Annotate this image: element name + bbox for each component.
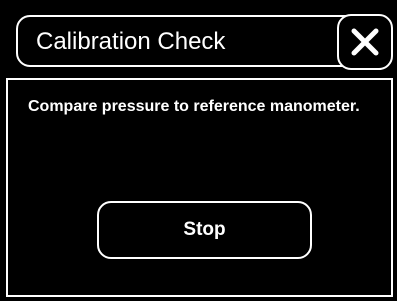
- dialog-title: Calibration Check: [36, 28, 226, 55]
- dialog-title-bar: Calibration Check: [16, 15, 363, 67]
- dialog-message: Compare pressure to reference manometer.: [28, 98, 360, 115]
- stop-button[interactable]: Stop: [97, 201, 312, 259]
- close-button[interactable]: [337, 14, 393, 70]
- close-icon: [351, 28, 379, 56]
- stop-button-label: Stop: [183, 219, 226, 240]
